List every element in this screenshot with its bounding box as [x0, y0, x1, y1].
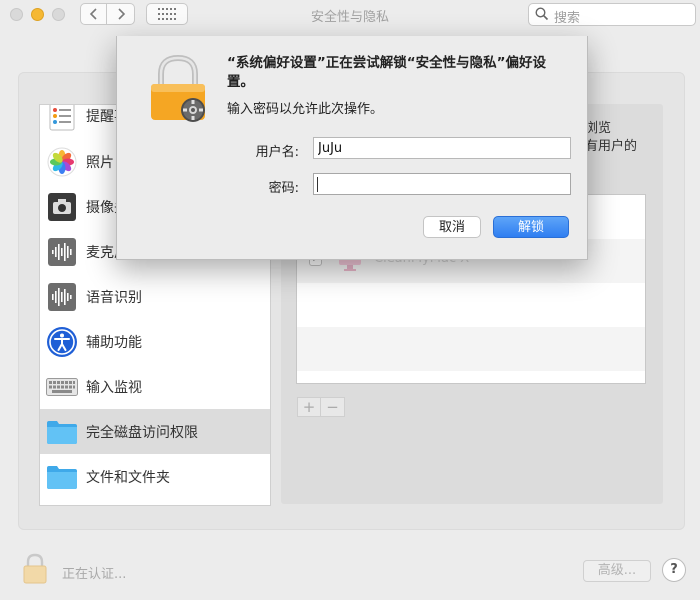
dialog-message: “系统偏好设置”正在尝试解锁“安全性与隐私”偏好设置。	[227, 55, 546, 90]
unlock-button[interactable]: 解锁	[493, 216, 569, 238]
username-label: 用户名:	[255, 145, 299, 160]
sidebar-item-label: 完全磁盘访问权限	[86, 424, 198, 441]
sidebar-item-accessibility[interactable]: 辅助功能	[40, 319, 270, 364]
cancel-button[interactable]: 取消	[423, 216, 481, 238]
sidebar-item-files-and-folders[interactable]: 文件和文件夹	[40, 454, 270, 499]
help-button[interactable]: ?	[662, 558, 686, 582]
auth-status-text: 正在认证...	[62, 567, 127, 582]
folder-icon	[46, 416, 78, 448]
sidebar-item-full-disk-access[interactable]: 完全磁盘访问权限	[40, 409, 270, 454]
auth-dialog: “系统偏好设置”正在尝试解锁“安全性与隐私”偏好设置。 输入密码以允许此次操作。…	[116, 36, 588, 260]
add-remove-controls: + −	[297, 397, 345, 417]
keyboard-icon	[46, 371, 78, 403]
password-field[interactable]	[313, 173, 571, 195]
search-icon	[535, 7, 549, 21]
lock-icon	[147, 54, 213, 128]
speech-recognition-icon	[46, 281, 78, 313]
sidebar-item-label: 输入监视	[86, 379, 142, 396]
accessibility-icon	[46, 326, 78, 358]
sidebar-item-label: 语音识别	[86, 289, 142, 306]
dialog-subtitle: 输入密码以允许此次操作。	[227, 102, 384, 117]
sidebar-item-label: 照片	[86, 154, 114, 171]
remove-app-button[interactable]: −	[321, 397, 345, 417]
permission-description: 浏览 有用户的	[585, 121, 638, 154]
list-item	[297, 283, 645, 327]
sidebar-item-input-monitoring[interactable]: 输入监视	[40, 364, 270, 409]
folder-icon	[46, 461, 78, 493]
camera-icon	[46, 191, 78, 223]
advanced-button[interactable]: 高级...	[583, 560, 651, 582]
username-field[interactable]	[313, 137, 571, 159]
add-app-button[interactable]: +	[297, 397, 321, 417]
photos-icon	[46, 146, 78, 178]
sidebar-item-label: 文件和文件夹	[86, 469, 170, 486]
lock-icon[interactable]	[22, 553, 48, 589]
toolbar: 安全性与隐私 搜索	[0, 0, 700, 30]
microphone-icon	[46, 236, 78, 268]
search-field[interactable]: 搜索	[528, 3, 696, 26]
password-label: 密码:	[268, 181, 299, 196]
sidebar-item-speech-recognition[interactable]: 语音识别	[40, 274, 270, 319]
reminders-icon	[46, 105, 78, 132]
search-placeholder: 搜索	[554, 11, 581, 26]
list-item	[297, 327, 645, 371]
text-caret	[317, 177, 318, 192]
sidebar-item-label: 辅助功能	[86, 334, 142, 351]
